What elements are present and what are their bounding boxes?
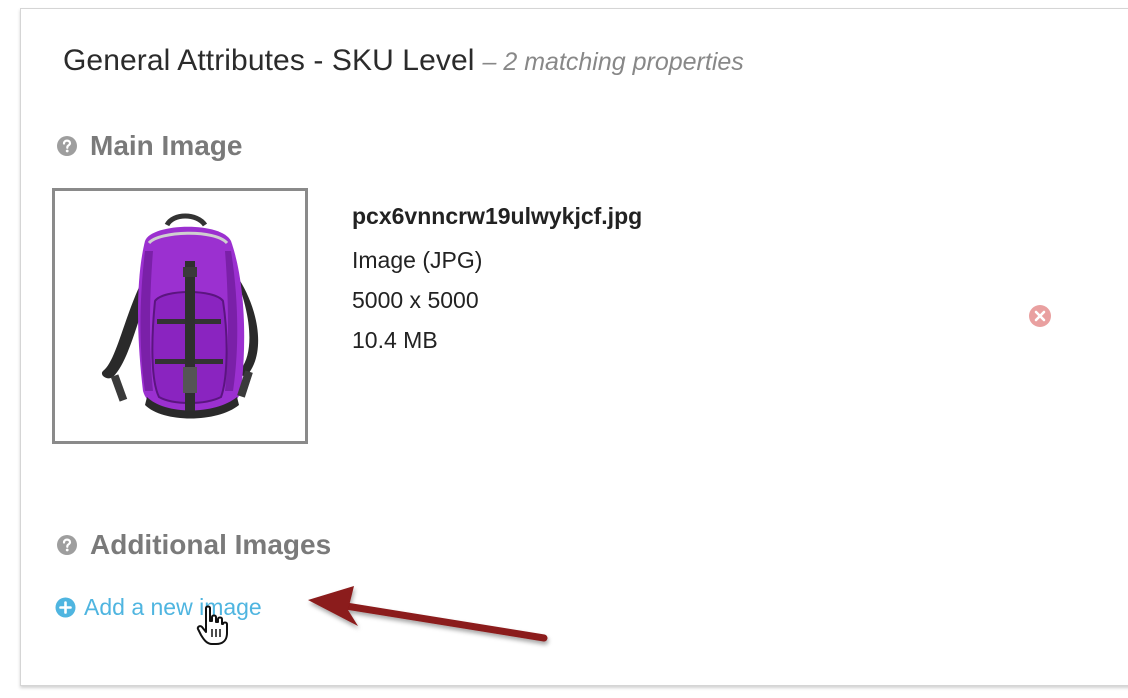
matching-properties-count: – 2 matching properties <box>482 48 744 76</box>
plus-circle-icon <box>55 597 76 618</box>
section-title: General Attributes - SKU Level <box>63 44 475 77</box>
file-info: pcx6vnncrw19ulwykjcf.jpg Image (JPG) 500… <box>352 196 642 360</box>
question-circle-icon[interactable] <box>56 534 78 556</box>
file-type: Image (JPG) <box>352 247 483 273</box>
add-new-image-link[interactable]: Add a new image <box>55 594 262 621</box>
file-name: pcx6vnncrw19ulwykjcf.jpg <box>352 203 643 229</box>
main-image-label-text: Main Image <box>90 130 243 161</box>
question-circle-icon[interactable] <box>56 135 78 157</box>
hand-pointer-cursor-icon <box>196 605 228 645</box>
additional-images-label: Additional Images <box>56 529 331 561</box>
annotation-arrow-icon <box>308 586 548 642</box>
backpack-image <box>101 213 259 419</box>
file-size: 10.4 MB <box>352 327 438 353</box>
image-dimensions: 5000 x 5000 <box>352 287 479 313</box>
main-image-label: Main Image <box>56 130 242 162</box>
remove-circle-icon[interactable] <box>1028 304 1052 328</box>
add-new-image-label: Add a new image <box>84 594 262 620</box>
section-header: General Attributes - SKU Level – 2 matchi… <box>63 44 744 78</box>
additional-images-label-text: Additional Images <box>90 529 332 560</box>
main-image-thumbnail[interactable] <box>52 188 308 444</box>
